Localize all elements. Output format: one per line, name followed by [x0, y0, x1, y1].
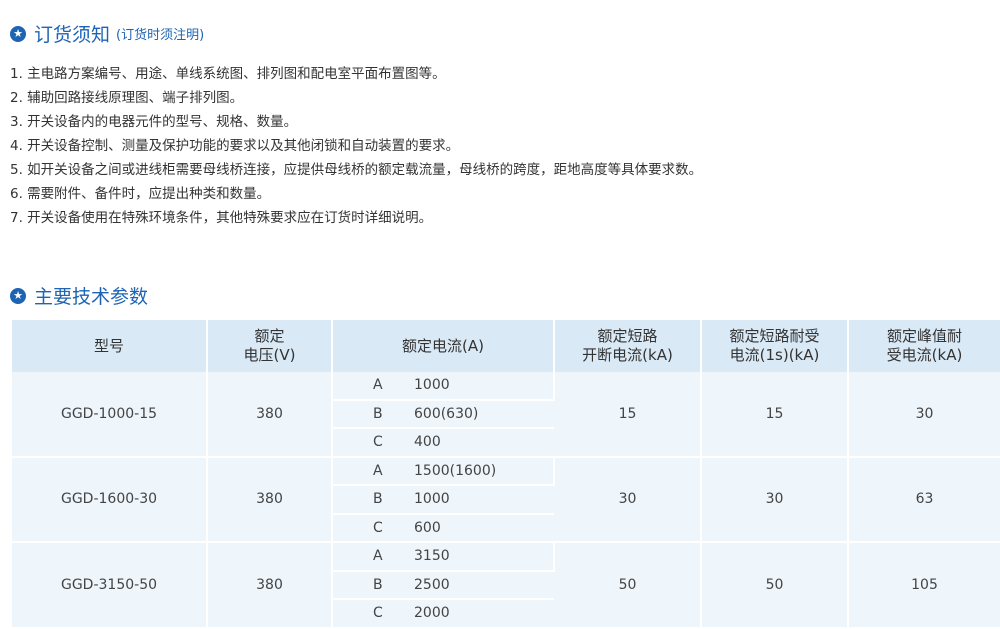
list-item: 7. 开关设备使用在特殊环境条件，其他特殊要求应在订货时详细说明。	[10, 210, 433, 226]
cell-current-level: C	[332, 428, 402, 458]
header-breaking: 额定短路 开断电流(kA)	[554, 320, 702, 372]
cell-model: GGD-1000-15	[12, 372, 208, 458]
table-row: GGD-1600-30 380 A 1500(1600) 30 30 63	[12, 456, 1000, 543]
list-item: 1. 主电路方案编号、用途、单线系统图、排列图和配电室平面布置图等。	[10, 66, 446, 82]
specs-heading: ★ 主要技术参数	[10, 282, 148, 309]
cell-current-level: A	[332, 542, 402, 572]
header-breaking-line1: 额定短路	[597, 327, 658, 345]
ordering-heading: ★ 订货须知 (订货时须注明)	[10, 20, 204, 47]
table-row: GGD-3150-50 380 A 3150 50 50 105	[12, 542, 1000, 629]
cell-model: GGD-1600-30	[12, 456, 208, 543]
cell-peak: 105	[848, 542, 1000, 629]
cell-current-value: 1000	[402, 485, 554, 515]
cell-current-value: 2500	[402, 570, 554, 600]
cell-peak: 63	[848, 456, 1000, 543]
cell-current-level: B	[332, 485, 402, 515]
cell-current-value: 600(630)	[402, 399, 554, 429]
cell-current-level: B	[332, 399, 402, 429]
cell-current-level: A	[332, 372, 402, 401]
list-item: 3. 开关设备内的电器元件的型号、规格、数量。	[10, 114, 298, 130]
cell-current-value: 3150	[402, 542, 555, 572]
list-item: 6. 需要附件、备件时，应提出种类和数量。	[10, 186, 271, 202]
cell-withstand: 30	[701, 456, 849, 543]
cell-current-level: A	[332, 456, 402, 486]
header-peak-line2: 受电流(kA)	[886, 346, 963, 364]
cell-voltage: 380	[207, 542, 333, 629]
cell-current-value: 2000	[402, 599, 554, 629]
header-current: 额定电流(A)	[332, 320, 555, 372]
header-voltage: 额定 电压(V)	[207, 320, 333, 372]
header-voltage-line2: 电压(V)	[243, 346, 296, 364]
cell-withstand: 50	[701, 542, 849, 629]
list-item: 2. 辅助回路接线原理图、端子排列图。	[10, 90, 244, 106]
list-item: 4. 开关设备控制、测量及保护功能的要求以及其他闭锁和自动装置的要求。	[10, 138, 460, 154]
header-voltage-line1: 额定	[254, 327, 285, 345]
ordering-title: 订货须知	[34, 24, 111, 46]
cell-current-level: B	[332, 570, 402, 600]
cell-breaking: 50	[554, 542, 702, 629]
header-withstand: 额定短路耐受 电流(1s)(kA)	[701, 320, 849, 372]
star-circle-icon: ★	[10, 25, 26, 42]
cell-current-value: 400	[402, 428, 554, 458]
header-withstand-line1: 额定短路耐受	[729, 327, 820, 345]
header-peak: 额定峰值耐 受电流(kA)	[848, 320, 1000, 372]
list-item: 5. 如开关设备之间或进线柜需要母线桥连接，应提供母线桥的额定载流量，母线桥的跨…	[10, 162, 703, 178]
cell-breaking: 15	[554, 372, 702, 458]
specs-title: 主要技术参数	[34, 286, 149, 308]
header-model: 型号	[12, 320, 208, 372]
cell-current-value: 1500(1600)	[402, 456, 555, 486]
cell-current-level: C	[332, 513, 402, 543]
cell-voltage: 380	[207, 372, 333, 458]
cell-current-value: 1000	[402, 372, 555, 401]
header-breaking-line2: 开断电流(kA)	[582, 346, 673, 364]
cell-current-value: 600	[402, 513, 554, 543]
cell-breaking: 30	[554, 456, 702, 543]
table-row: GGD-1000-15 380 A 1000 15 15 30	[12, 372, 1000, 458]
cell-peak: 30	[848, 372, 1000, 458]
ordering-notes-list: 1. 主电路方案编号、用途、单线系统图、排列图和配电室平面布置图等。 2. 辅助…	[10, 62, 702, 230]
header-peak-line1: 额定峰值耐	[886, 327, 962, 345]
cell-current-level: C	[332, 599, 402, 629]
cell-voltage: 380	[207, 456, 333, 543]
cell-model: GGD-3150-50	[12, 542, 208, 629]
star-circle-icon: ★	[10, 287, 26, 304]
table-header-row: 型号 额定 电压(V) 额定电流(A) 额定短路 开断电流(kA) 额定短路耐受…	[12, 320, 1000, 372]
cell-withstand: 15	[701, 372, 849, 458]
header-withstand-line2: 电流(1s)(kA)	[729, 346, 820, 364]
specs-table: 型号 额定 电压(V) 额定电流(A) 额定短路 开断电流(kA) 额定短路耐受…	[12, 320, 1000, 629]
ordering-subtitle: (订货时须注明)	[116, 28, 205, 43]
